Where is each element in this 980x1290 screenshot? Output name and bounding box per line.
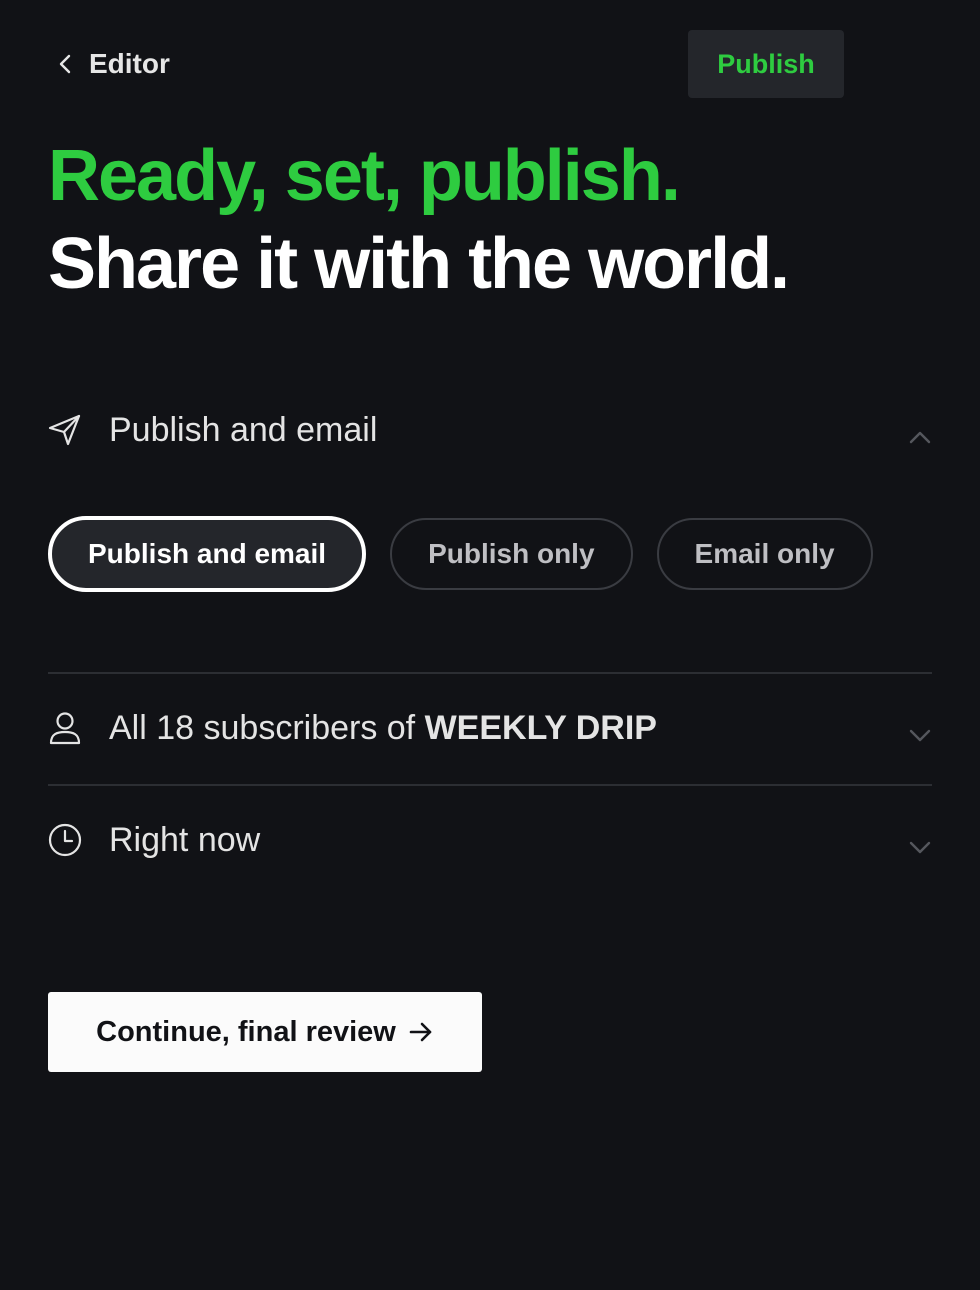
continue-label: Continue, final review xyxy=(96,1015,396,1048)
arrow-right-icon xyxy=(408,1021,434,1043)
headline-line-1: Ready, set, publish. xyxy=(48,136,681,216)
chevron-down-icon xyxy=(908,835,932,859)
page-headline: Ready, set, publish. Share it with the w… xyxy=(48,132,790,308)
schedule-label: Right now xyxy=(109,820,261,859)
option-email-only[interactable]: Email only xyxy=(656,518,873,590)
publish-button[interactable]: Publish xyxy=(688,30,844,98)
divider xyxy=(48,784,932,786)
back-to-editor-link[interactable]: Editor xyxy=(48,40,170,88)
audience-row[interactable]: All 18 subscribers of WEEKLY DRIP xyxy=(48,698,932,758)
schedule-row[interactable]: Right now xyxy=(48,810,932,870)
chip-wrap: Publish only xyxy=(390,516,633,592)
audience-prefix: All 18 subscribers of xyxy=(109,708,425,747)
delivery-section-header[interactable]: Publish and email xyxy=(48,400,932,460)
chip-wrap: Email only xyxy=(656,516,873,592)
divider xyxy=(48,672,932,674)
publication-name: WEEKLY DRIP xyxy=(424,708,657,747)
continue-final-review-button[interactable]: Continue, final review xyxy=(48,992,482,1072)
paper-plane-icon xyxy=(48,410,82,450)
option-publish-and-email[interactable]: Publish and email xyxy=(48,516,367,592)
chip-wrap: Publish and email xyxy=(48,516,367,592)
chevron-left-icon xyxy=(48,40,82,88)
publish-page: Editor Publish Ready, set, publish. Shar… xyxy=(0,0,980,1290)
headline-line-2: Share it with the world. xyxy=(48,224,790,304)
option-publish-only[interactable]: Publish only xyxy=(390,518,633,590)
delivery-section-label: Publish and email xyxy=(109,410,378,449)
user-icon xyxy=(48,708,82,748)
audience-label: All 18 subscribers of WEEKLY DRIP xyxy=(109,709,908,748)
back-label: Editor xyxy=(89,48,170,79)
clock-icon xyxy=(48,820,82,860)
chevron-up-icon xyxy=(908,425,932,449)
delivery-options: Publish and email Publish only Email onl… xyxy=(48,516,873,592)
chevron-down-icon xyxy=(908,723,932,747)
